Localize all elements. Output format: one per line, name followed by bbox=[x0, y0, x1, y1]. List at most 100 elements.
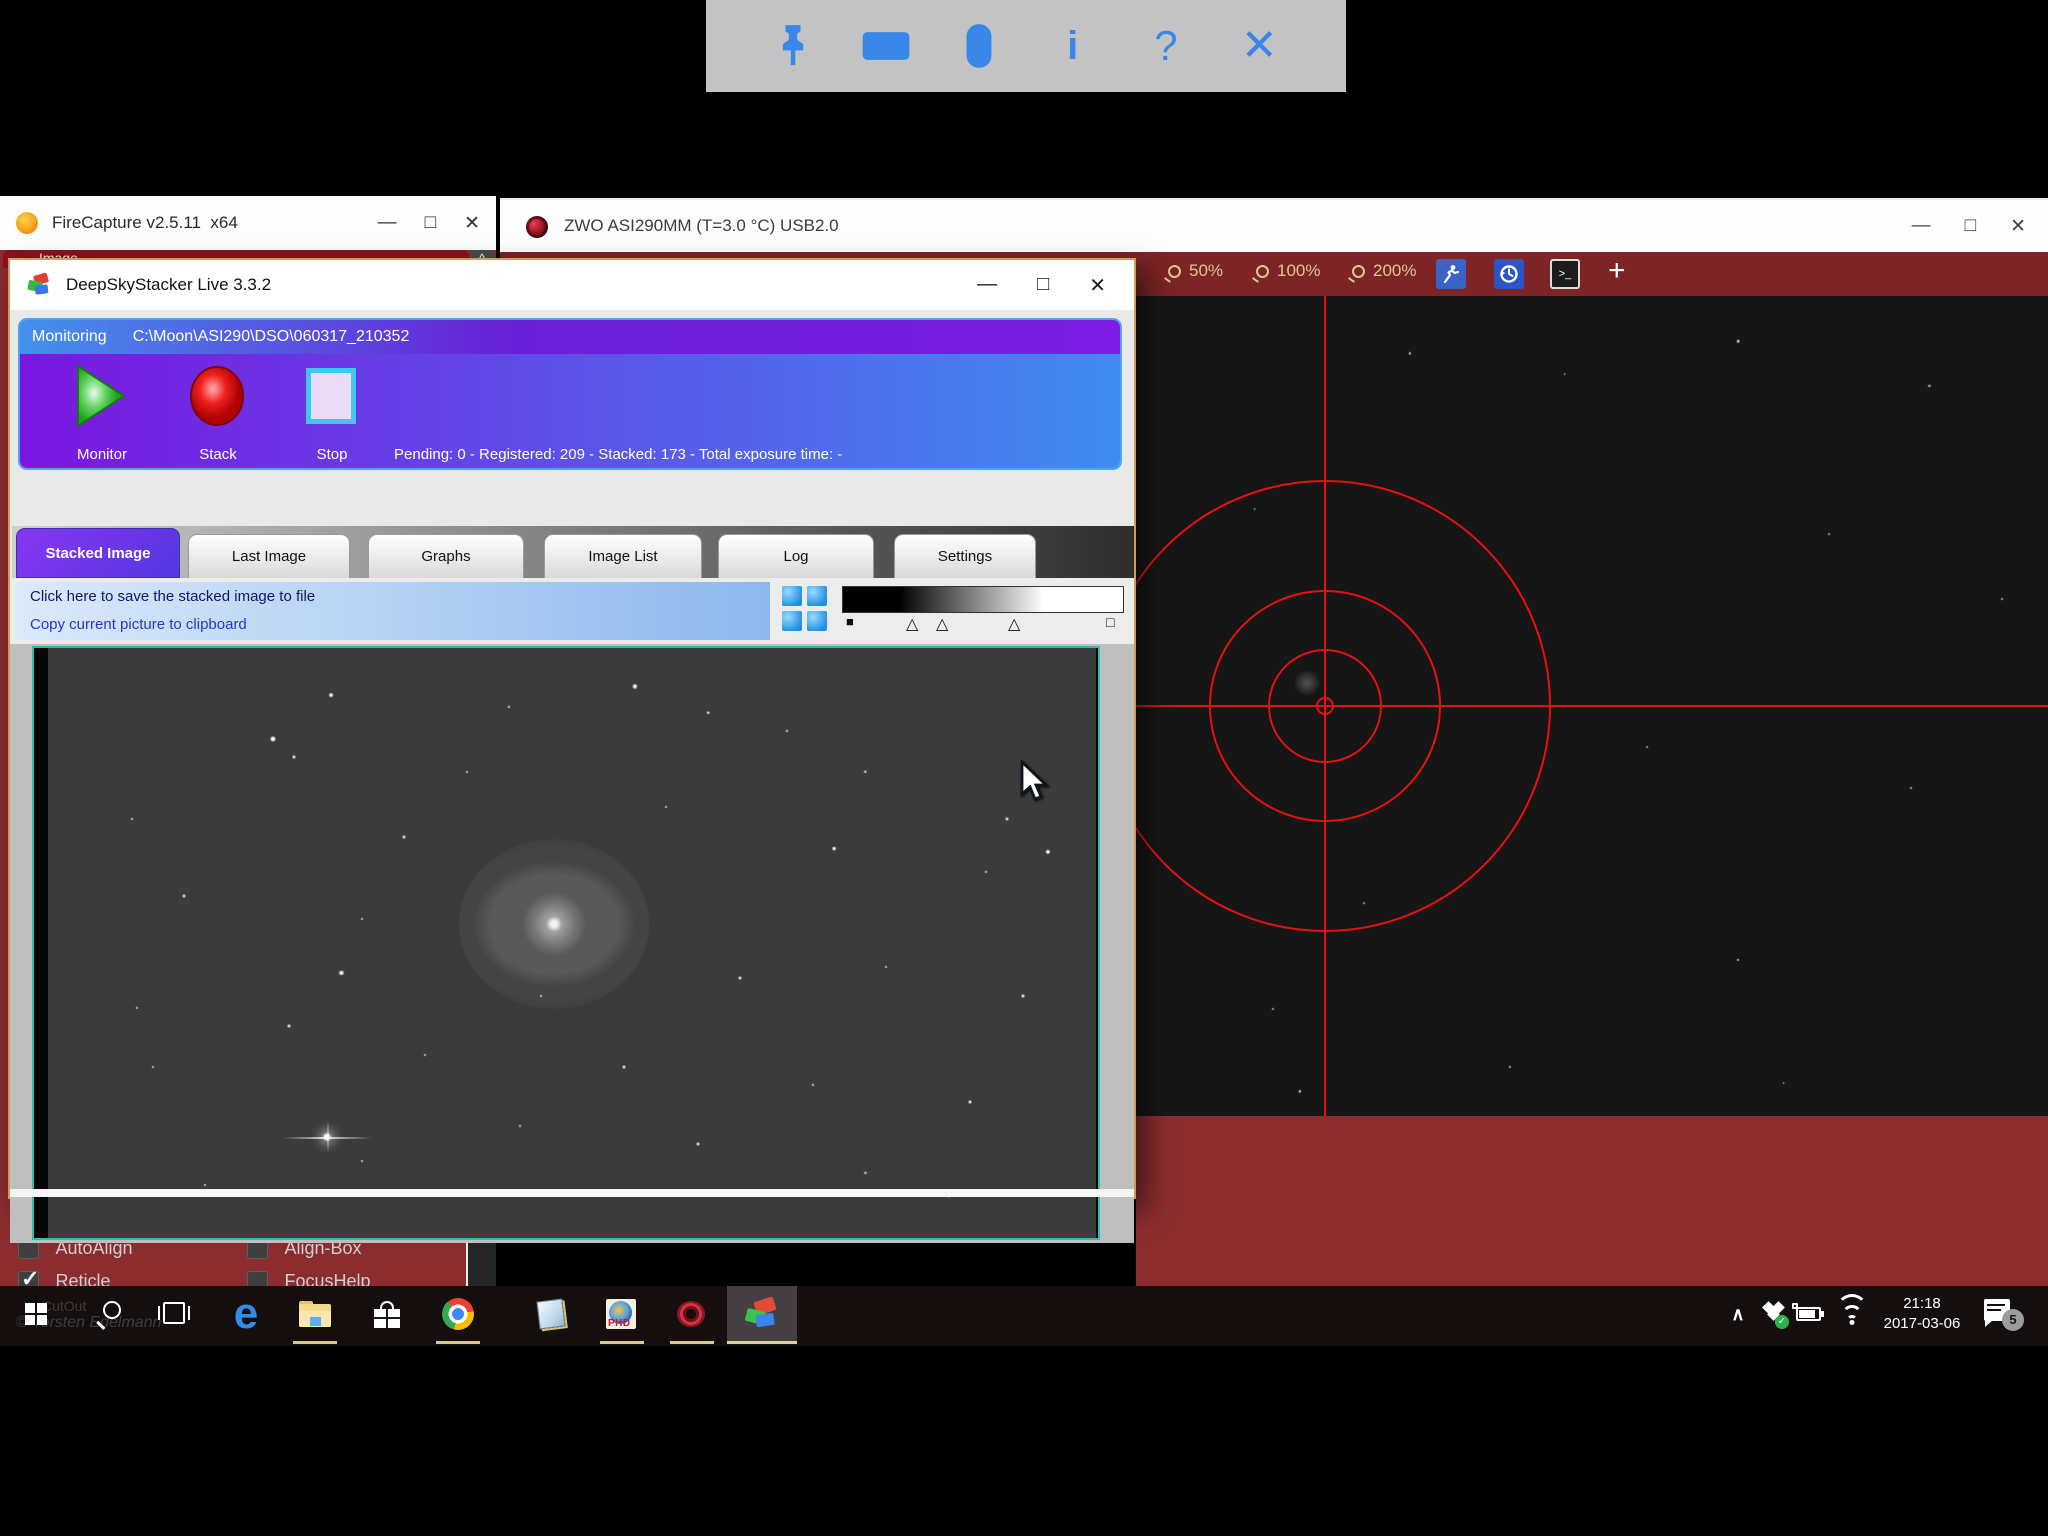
zoom-200-button[interactable]: 200% bbox=[1352, 261, 1416, 281]
maximize-button[interactable]: □ bbox=[1965, 215, 1976, 238]
close-button[interactable]: ✕ bbox=[2010, 215, 2026, 238]
zwo-window-titlebar[interactable]: ZWO ASI290MM (T=3.0 °C) USB2.0 — □ ✕ bbox=[500, 198, 2048, 252]
dss-window-bottom-edge bbox=[10, 1189, 1134, 1197]
histogram-white-point-marker[interactable]: □ bbox=[1106, 614, 1114, 630]
tab-settings[interactable]: Settings bbox=[894, 534, 1036, 578]
firecapture-sun-icon bbox=[16, 212, 38, 234]
monitoring-label: Monitoring bbox=[32, 328, 107, 346]
close-button[interactable]: ✕ bbox=[1089, 273, 1106, 298]
chrome-icon[interactable] bbox=[434, 1286, 482, 1342]
terminal-icon[interactable]: >_ bbox=[1550, 259, 1580, 289]
phd-guiding-icon[interactable]: PHD bbox=[598, 1286, 644, 1342]
notification-center-icon[interactable]: 5 bbox=[1976, 1286, 2032, 1342]
zwo-window-controls: — □ ✕ bbox=[1912, 215, 2048, 238]
copy-to-clipboard-link[interactable]: Copy current picture to clipboard bbox=[30, 616, 247, 633]
minimize-button[interactable]: — bbox=[378, 212, 397, 235]
search-icon[interactable] bbox=[86, 1286, 130, 1342]
maximize-button[interactable]: □ bbox=[425, 212, 436, 235]
star bbox=[1045, 850, 1050, 855]
dss-monitoring-bar: Monitoring C:\Moon\ASI290\DSO\060317_210… bbox=[20, 320, 1120, 354]
help-icon[interactable]: ? bbox=[1136, 16, 1196, 76]
histogram-highlight-marker[interactable]: △ bbox=[1008, 614, 1020, 634]
store-icon[interactable] bbox=[364, 1286, 410, 1342]
star bbox=[539, 995, 542, 998]
star bbox=[361, 1160, 364, 1163]
star bbox=[182, 894, 186, 898]
battery-tray-icon[interactable] bbox=[1792, 1286, 1828, 1342]
firecapture-window-controls: — □ ✕ bbox=[378, 212, 496, 235]
histogram-midtone-marker[interactable]: △ bbox=[936, 614, 948, 634]
stack-button-label: Stack bbox=[180, 446, 256, 463]
four-frame-view-icon[interactable] bbox=[782, 586, 828, 634]
live-view bbox=[1136, 296, 2048, 1116]
star bbox=[706, 711, 710, 715]
monitor-button[interactable] bbox=[76, 364, 126, 428]
histogram-black-point-marker[interactable]: ■ bbox=[846, 614, 854, 629]
magnifier-icon bbox=[1256, 265, 1269, 278]
tab-image-list[interactable]: Image List bbox=[544, 534, 702, 578]
pin-icon[interactable] bbox=[763, 16, 823, 76]
firecapture-titlebar[interactable]: FireCapture v2.5.11 x64 — □ ✕ bbox=[0, 196, 496, 250]
tab-graphs[interactable]: Graphs bbox=[368, 534, 524, 578]
keyboard-icon[interactable] bbox=[856, 16, 916, 76]
star bbox=[968, 1100, 972, 1104]
stop-button[interactable] bbox=[306, 368, 356, 424]
close-overlay-icon[interactable]: ✕ bbox=[1229, 16, 1289, 76]
mouse-icon[interactable] bbox=[949, 16, 1009, 76]
tab-stacked-image[interactable]: Stacked Image bbox=[16, 528, 180, 578]
dss-window-title: DeepSkyStacker Live 3.3.2 bbox=[66, 275, 271, 295]
zoom-50-button[interactable]: 50% bbox=[1168, 261, 1223, 281]
camera-lens-icon[interactable] bbox=[668, 1286, 714, 1342]
stop-button-label: Stop bbox=[294, 446, 370, 463]
dss-app-icon bbox=[26, 273, 52, 297]
dss-client-area: Monitoring C:\Moon\ASI290\DSO\060317_210… bbox=[10, 310, 1134, 1197]
task-view-icon[interactable] bbox=[152, 1286, 196, 1342]
close-button[interactable]: ✕ bbox=[464, 212, 480, 235]
star bbox=[738, 976, 742, 980]
add-button[interactable]: + bbox=[1608, 254, 1626, 288]
remote-overlay-toolbar: i ? ✕ bbox=[706, 0, 1346, 92]
star bbox=[1021, 994, 1025, 998]
star bbox=[864, 1172, 867, 1175]
zwo-window-title: ZWO ASI290MM (T=3.0 °C) USB2.0 bbox=[564, 216, 839, 236]
capture-window-lower-panel bbox=[1136, 1116, 2048, 1296]
history-clock-icon[interactable] bbox=[1494, 259, 1524, 289]
stacking-status: Pending: 0 - Registered: 209 - Stacked: … bbox=[394, 446, 1014, 463]
dss-window: DeepSkyStacker Live 3.3.2 — □ ✕ Monitori… bbox=[8, 258, 1136, 1199]
zwo-camera-icon bbox=[526, 216, 548, 238]
stack-button[interactable] bbox=[188, 365, 246, 427]
maximize-button[interactable]: □ bbox=[1037, 273, 1049, 298]
screen-bottom-letterbox bbox=[0, 1346, 2048, 1536]
star bbox=[885, 965, 888, 968]
dss-window-controls: — □ ✕ bbox=[977, 273, 1134, 298]
save-stacked-image-link[interactable]: Click here to save the stacked image to … bbox=[30, 588, 315, 605]
runner-icon[interactable] bbox=[1436, 259, 1466, 289]
file-explorer-icon[interactable] bbox=[292, 1286, 338, 1342]
galaxy-m100 bbox=[459, 839, 649, 1009]
star bbox=[984, 871, 987, 874]
tab-last-image[interactable]: Last Image bbox=[188, 534, 350, 578]
info-icon[interactable]: i bbox=[1043, 16, 1103, 76]
star bbox=[508, 705, 511, 708]
tray-chevron-icon[interactable]: ∧ bbox=[1720, 1286, 1756, 1342]
dss-save-panel: Click here to save the stacked image to … bbox=[10, 578, 1134, 644]
star bbox=[204, 1183, 207, 1186]
star bbox=[466, 770, 469, 773]
star bbox=[832, 846, 837, 851]
minimize-button[interactable]: — bbox=[1912, 215, 1931, 238]
edge-browser-icon[interactable]: e bbox=[222, 1286, 270, 1342]
histogram-gradient-bar[interactable] bbox=[842, 586, 1124, 613]
start-button[interactable] bbox=[14, 1286, 58, 1342]
magnifier-icon bbox=[1352, 265, 1365, 278]
tray-date: 2017-03-06 bbox=[1884, 1314, 1961, 1334]
clock-tray[interactable]: 21:18 2017-03-06 bbox=[1872, 1286, 1972, 1342]
dropbox-tray-icon[interactable]: ✓ bbox=[1756, 1286, 1792, 1342]
tab-log[interactable]: Log bbox=[718, 534, 874, 578]
wifi-tray-icon[interactable] bbox=[1832, 1286, 1872, 1342]
minimize-button[interactable]: — bbox=[977, 273, 997, 298]
deepskystacker-taskbar-icon[interactable] bbox=[727, 1286, 797, 1342]
notepad-icon[interactable] bbox=[528, 1286, 574, 1342]
histogram-shadow-marker[interactable]: △ bbox=[906, 614, 918, 634]
zoom-100-button[interactable]: 100% bbox=[1256, 261, 1320, 281]
dss-titlebar[interactable]: DeepSkyStacker Live 3.3.2 — □ ✕ bbox=[10, 260, 1134, 310]
